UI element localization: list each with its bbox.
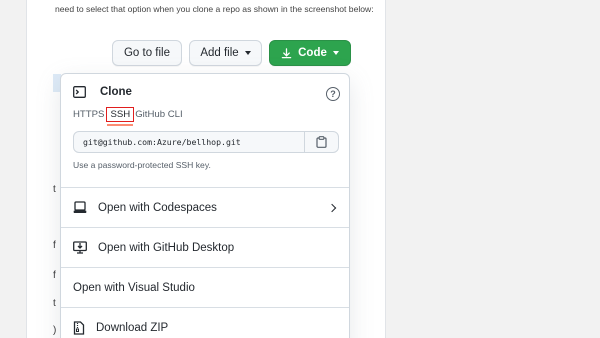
- clone-tabs: HTTPS SSH GitHub CLI: [73, 107, 186, 126]
- add-file-button[interactable]: Add file: [189, 40, 262, 66]
- terminal-icon: [73, 86, 86, 98]
- code-label: Code: [298, 47, 327, 59]
- question-icon[interactable]: ?: [326, 87, 340, 101]
- copy-button[interactable]: [304, 132, 338, 152]
- menu-item-label: Open with Visual Studio: [73, 281, 195, 294]
- background-text-fragment: ): [53, 325, 57, 336]
- ssh-hint: Use a password-protected SSH key.: [73, 160, 211, 170]
- open-with-visual-studio[interactable]: Open with Visual Studio: [61, 267, 349, 307]
- go-to-file-label: Go to file: [123, 47, 171, 59]
- open-with-github-desktop[interactable]: Open with GitHub Desktop: [61, 227, 349, 267]
- background-text-fragment: f: [53, 270, 56, 281]
- chevron-right-icon: [327, 203, 337, 212]
- download-zip[interactable]: Download ZIP: [61, 307, 349, 338]
- clipboard-icon: [316, 136, 327, 148]
- clone-header: Clone: [73, 86, 132, 98]
- download-icon: [281, 47, 292, 59]
- tab-github-cli[interactable]: GitHub CLI: [135, 108, 185, 121]
- background-text-fragment: f: [53, 240, 56, 251]
- menu-item-label: Download ZIP: [96, 321, 169, 334]
- caret-down-icon: [332, 51, 339, 55]
- clone-title: Clone: [100, 86, 132, 98]
- open-with-codespaces[interactable]: Open with Codespaces: [61, 187, 349, 227]
- background-text-fragment: t: [53, 184, 56, 195]
- desktop-download-icon: [73, 241, 87, 254]
- code-dropdown: Clone ? HTTPS SSH GitHub CLI git@github.…: [60, 73, 350, 338]
- tab-https[interactable]: HTTPS: [73, 108, 107, 121]
- tab-ssh[interactable]: SSH: [106, 107, 135, 126]
- file-zip-icon: [73, 320, 85, 335]
- menu-item-label: Open with GitHub Desktop: [98, 241, 235, 254]
- clone-url-field[interactable]: git@github.com:Azure/bellhop.git: [73, 131, 339, 153]
- caret-down-icon: [244, 51, 251, 55]
- add-file-label: Add file: [200, 47, 239, 59]
- code-button[interactable]: Code: [269, 40, 351, 66]
- codespaces-icon: [73, 201, 87, 214]
- menu-item-label: Open with Codespaces: [98, 201, 217, 214]
- clone-url-value[interactable]: git@github.com:Azure/bellhop.git: [74, 137, 304, 147]
- go-to-file-button[interactable]: Go to file: [112, 40, 182, 66]
- intro-text: need to select that option when you clon…: [55, 4, 374, 14]
- background-text-fragment: t: [53, 298, 56, 309]
